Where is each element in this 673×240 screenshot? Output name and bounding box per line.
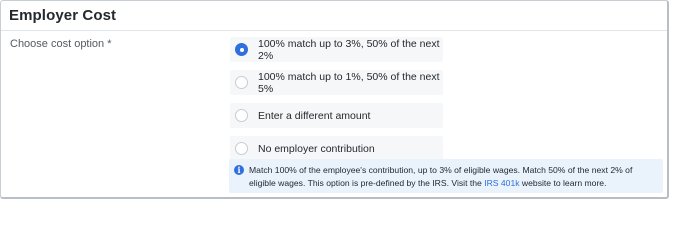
option-label: No employer contribution: [258, 142, 375, 155]
cost-option-radio-group: 100% match up to 3%, 50% of the next 2% …: [230, 37, 443, 169]
info-icon: i: [234, 165, 244, 175]
radio-button[interactable]: [235, 76, 248, 89]
radio-button[interactable]: [235, 142, 248, 155]
cost-option-label: Choose cost option *: [10, 38, 112, 50]
option-no-contribution[interactable]: No employer contribution: [230, 136, 443, 161]
card-header: Employer Cost: [1, 1, 667, 31]
employer-cost-card: Employer Cost Choose cost option * 100% …: [0, 0, 669, 199]
option-label: 100% match up to 1%, 50% of the next 5%: [258, 70, 440, 95]
radio-button-selected[interactable]: [235, 43, 248, 56]
section-title: Employer Cost: [9, 7, 117, 24]
info-text: Match 100% of the employee's contributio…: [249, 165, 632, 188]
option-different-amount[interactable]: Enter a different amount: [230, 103, 443, 128]
option-match-1-percent[interactable]: 100% match up to 1%, 50% of the next 5%: [230, 70, 443, 95]
radio-button[interactable]: [235, 109, 248, 122]
info-banner: i Match 100% of the employee's contribut…: [229, 159, 663, 193]
info-text-tail: website to learn more.: [519, 178, 607, 188]
irs-401k-link[interactable]: IRS 401k: [484, 178, 519, 188]
option-label: Enter a different amount: [258, 109, 371, 122]
option-match-3-percent[interactable]: 100% match up to 3%, 50% of the next 2%: [230, 37, 443, 62]
option-label: 100% match up to 3%, 50% of the next 2%: [258, 37, 440, 62]
